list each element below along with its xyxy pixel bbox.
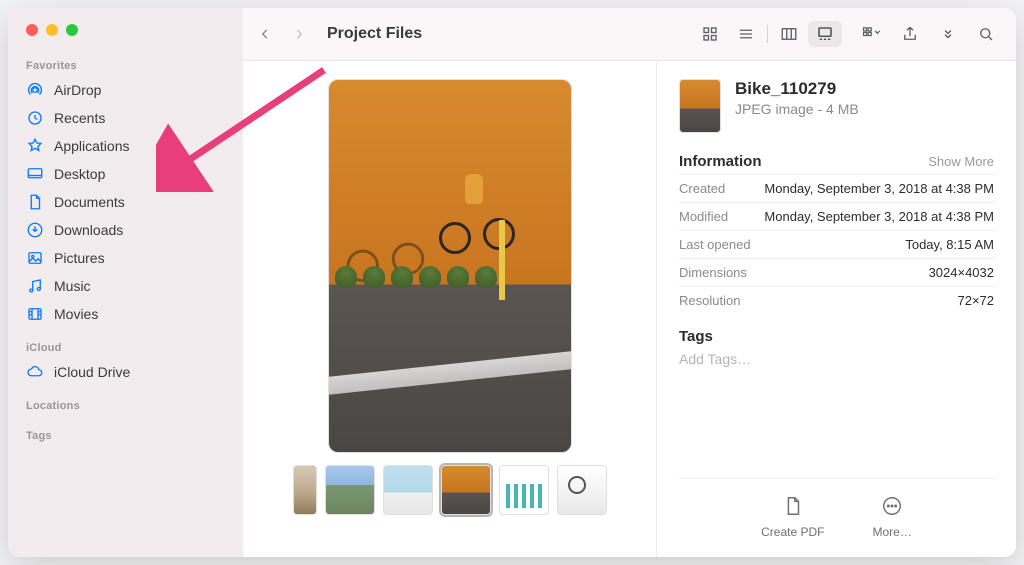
search-button[interactable]	[970, 20, 1002, 48]
sidebar-item-label: Pictures	[54, 250, 105, 266]
back-button[interactable]	[251, 20, 279, 48]
download-icon	[26, 221, 44, 239]
sidebar-item-label: Documents	[54, 194, 125, 210]
file-preview-image[interactable]	[328, 79, 572, 453]
toolbar: Project Files	[243, 8, 1016, 60]
more-icon	[879, 493, 905, 519]
information-section: Information Show More CreatedMonday, Sep…	[679, 153, 994, 314]
applications-icon	[26, 137, 44, 155]
sidebar-item-label: Music	[54, 278, 91, 294]
main-area: Project Files	[243, 8, 1016, 557]
sidebar-item-label: Downloads	[54, 222, 123, 238]
icon-view-button[interactable]	[693, 21, 727, 47]
sidebar-item-movies[interactable]: Movies	[8, 300, 243, 328]
sidebar-item-applications[interactable]: Applications	[8, 132, 243, 160]
preview-column	[243, 61, 656, 557]
music-icon	[26, 277, 44, 295]
sidebar-section-favorites: Favorites	[8, 54, 243, 76]
sidebar-item-icloud-drive[interactable]: iCloud Drive	[8, 358, 243, 386]
group-by-button[interactable]	[856, 20, 888, 48]
thumbnail-item[interactable]	[383, 465, 433, 515]
forward-button[interactable]	[285, 20, 313, 48]
quick-actions: Create PDF More…	[679, 478, 994, 545]
thumbnail-item[interactable]	[557, 465, 607, 515]
column-view-button[interactable]	[772, 21, 806, 47]
info-row-created: CreatedMonday, September 3, 2018 at 4:38…	[679, 174, 994, 202]
airdrop-icon	[26, 81, 44, 99]
pictures-icon	[26, 249, 44, 267]
sidebar-item-desktop[interactable]: Desktop	[8, 160, 243, 188]
info-panel: Bike_110279 JPEG image - 4 MB Informatio…	[656, 61, 1016, 557]
sidebar-section-icloud: iCloud	[8, 336, 243, 358]
sidebar-item-label: Recents	[54, 110, 105, 126]
file-name: Bike_110279	[735, 79, 859, 99]
overflow-button[interactable]	[932, 20, 964, 48]
finder-window: Favorites AirDrop Recents Applications D…	[8, 8, 1016, 557]
cloud-icon	[26, 363, 44, 381]
sidebar-item-music[interactable]: Music	[8, 272, 243, 300]
file-kind-size: JPEG image - 4 MB	[735, 101, 859, 117]
info-row-dimensions: Dimensions3024×4032	[679, 258, 994, 286]
tags-title: Tags	[679, 328, 994, 345]
window-controls	[8, 22, 243, 54]
sidebar-item-label: Movies	[54, 306, 98, 322]
action-label: Create PDF	[761, 525, 824, 539]
desktop-icon	[26, 165, 44, 183]
content-area: Bike_110279 JPEG image - 4 MB Informatio…	[243, 60, 1016, 557]
information-title: Information	[679, 153, 762, 170]
thumbnail-strip	[293, 453, 607, 529]
info-row-last-opened: Last openedToday, 8:15 AM	[679, 230, 994, 258]
info-thumbnail	[679, 79, 721, 133]
thumbnail-item[interactable]	[293, 465, 317, 515]
window-title: Project Files	[327, 25, 422, 43]
info-header: Bike_110279 JPEG image - 4 MB	[679, 79, 994, 133]
sidebar-item-documents[interactable]: Documents	[8, 188, 243, 216]
sidebar-item-pictures[interactable]: Pictures	[8, 244, 243, 272]
sidebar-item-label: iCloud Drive	[54, 364, 130, 380]
sidebar-section-locations: Locations	[8, 394, 243, 416]
info-row-resolution: Resolution72×72	[679, 286, 994, 314]
show-more-button[interactable]: Show More	[928, 154, 994, 169]
thumbnail-item[interactable]	[325, 465, 375, 515]
sidebar: Favorites AirDrop Recents Applications D…	[8, 8, 243, 557]
sidebar-item-airdrop[interactable]: AirDrop	[8, 76, 243, 104]
action-label: More…	[873, 525, 912, 539]
movies-icon	[26, 305, 44, 323]
sidebar-item-recents[interactable]: Recents	[8, 104, 243, 132]
clock-icon	[26, 109, 44, 127]
create-pdf-button[interactable]: Create PDF	[761, 493, 824, 539]
sidebar-section-tags: Tags	[8, 424, 243, 446]
info-row-modified: ModifiedMonday, September 3, 2018 at 4:3…	[679, 202, 994, 230]
share-button[interactable]	[894, 20, 926, 48]
view-mode-group	[693, 21, 842, 47]
sidebar-item-label: Desktop	[54, 166, 105, 182]
list-view-button[interactable]	[729, 21, 763, 47]
thumbnail-item-selected[interactable]	[441, 465, 491, 515]
document-icon	[780, 493, 806, 519]
zoom-window-button[interactable]	[66, 24, 78, 36]
add-tags-field[interactable]: Add Tags…	[679, 351, 994, 367]
document-icon	[26, 193, 44, 211]
gallery-view-button[interactable]	[808, 21, 842, 47]
more-actions-button[interactable]: More…	[873, 493, 912, 539]
close-window-button[interactable]	[26, 24, 38, 36]
minimize-window-button[interactable]	[46, 24, 58, 36]
thumbnail-item[interactable]	[499, 465, 549, 515]
sidebar-item-label: Applications	[54, 138, 130, 154]
sidebar-item-downloads[interactable]: Downloads	[8, 216, 243, 244]
sidebar-item-label: AirDrop	[54, 82, 101, 98]
